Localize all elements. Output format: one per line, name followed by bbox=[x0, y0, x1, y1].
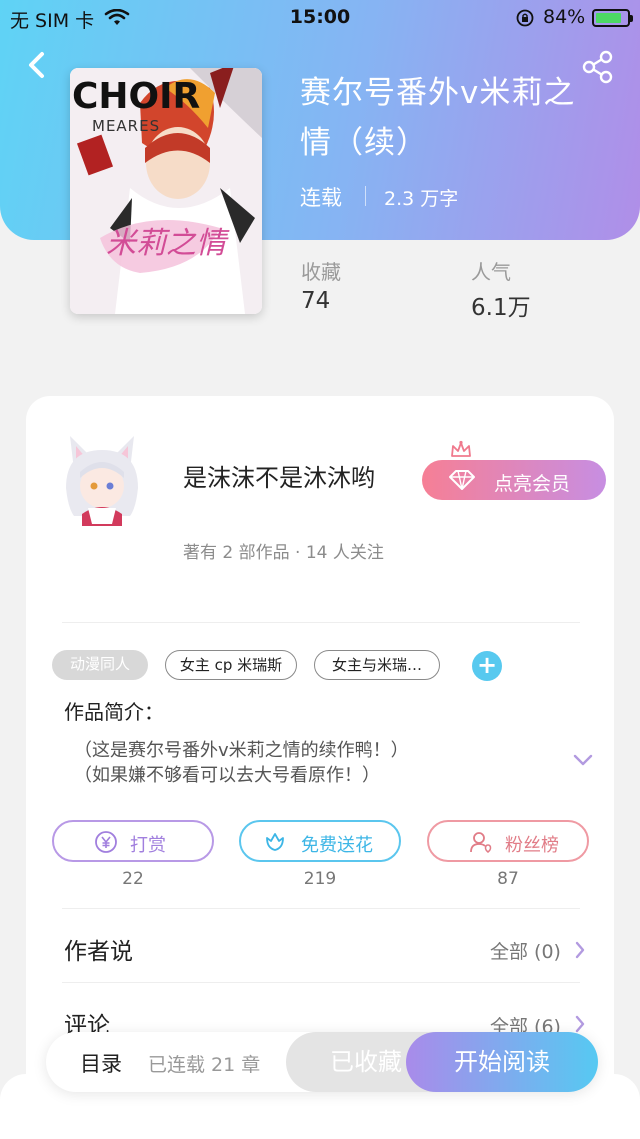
chevron-down-icon[interactable] bbox=[572, 752, 594, 768]
popularity-label: 人气 bbox=[471, 260, 511, 284]
intro-line: （如果嫌不够看可以去大号看原作！） bbox=[74, 765, 380, 786]
start-reading-button[interactable]: 开始阅读 bbox=[406, 1032, 598, 1092]
fan-ranking-button[interactable]: 粉丝榜 bbox=[427, 820, 589, 862]
send-flower-label: 免费送花 bbox=[301, 835, 373, 856]
user-icon bbox=[470, 832, 492, 853]
intro-line: （这是赛尔号番外v米莉之情的续作鸭！） bbox=[74, 740, 409, 761]
author-name[interactable]: 是沫沫不是沐沐哟 bbox=[183, 458, 375, 493]
battery-percent: 84% bbox=[543, 6, 586, 28]
tag-item[interactable]: 女主 cp 米瑞斯 bbox=[165, 650, 297, 680]
author-says-title: 作者说 bbox=[64, 939, 133, 965]
divider bbox=[62, 622, 580, 623]
status-divider bbox=[365, 186, 366, 206]
chevron-right-icon[interactable] bbox=[574, 940, 586, 960]
send-flower-button[interactable]: 免费送花 bbox=[239, 820, 401, 862]
add-tag-button[interactable]: + bbox=[472, 651, 502, 681]
coin-icon bbox=[95, 831, 117, 853]
tip-count: 22 bbox=[122, 869, 144, 889]
word-count: 2.3 万字 bbox=[384, 188, 459, 210]
fan-count: 87 bbox=[497, 869, 519, 889]
flower-icon bbox=[266, 833, 284, 851]
toc-button[interactable]: 目录 bbox=[80, 1048, 122, 1078]
diamond-icon bbox=[449, 470, 475, 490]
chapter-count[interactable]: 已连载 21 章 bbox=[148, 1050, 260, 1077]
author-meta: 著有 2 部作品 · 14 人关注 bbox=[183, 543, 384, 563]
divider bbox=[62, 908, 580, 909]
cover-title-text: CHOIR bbox=[72, 76, 200, 117]
tag-item[interactable]: 女主与米瑞… bbox=[314, 650, 440, 680]
book-status: 连载 bbox=[300, 186, 342, 210]
tip-button-label: 打赏 bbox=[130, 835, 166, 856]
chevron-right-icon[interactable] bbox=[574, 1014, 586, 1034]
cover-art-text: 米莉之情 bbox=[106, 226, 230, 261]
tag-category[interactable]: 动漫同人 bbox=[52, 650, 148, 680]
intro-title: 作品简介： bbox=[64, 700, 164, 724]
battery-icon bbox=[592, 9, 633, 27]
author-avatar[interactable] bbox=[52, 428, 152, 528]
status-bar: 无 SIM 卡 15:00 84% bbox=[0, 6, 640, 32]
book-cover[interactable]: 米莉之情 CHOIR MEARES bbox=[70, 68, 262, 314]
popularity-value: 6.1万 bbox=[471, 295, 531, 321]
tip-button[interactable]: 打赏 bbox=[52, 820, 214, 862]
favorites-value: 74 bbox=[301, 288, 331, 314]
crown-icon bbox=[451, 440, 471, 457]
back-icon[interactable] bbox=[20, 46, 54, 84]
book-title: 赛尔号番外v米莉之情（续） bbox=[300, 75, 576, 161]
rotation-lock-icon bbox=[516, 9, 534, 27]
cover-subtitle-text: MEARES bbox=[92, 117, 160, 135]
divider bbox=[62, 982, 580, 983]
favorites-label: 收藏 bbox=[301, 260, 341, 284]
fan-ranking-label: 粉丝榜 bbox=[505, 835, 559, 856]
flower-count: 219 bbox=[303, 869, 337, 889]
vip-button-label: 点亮会员 bbox=[494, 473, 571, 495]
author-says-all-link[interactable]: 全部 (0) bbox=[490, 937, 561, 964]
vip-button[interactable]: 点亮会员 bbox=[422, 460, 606, 500]
